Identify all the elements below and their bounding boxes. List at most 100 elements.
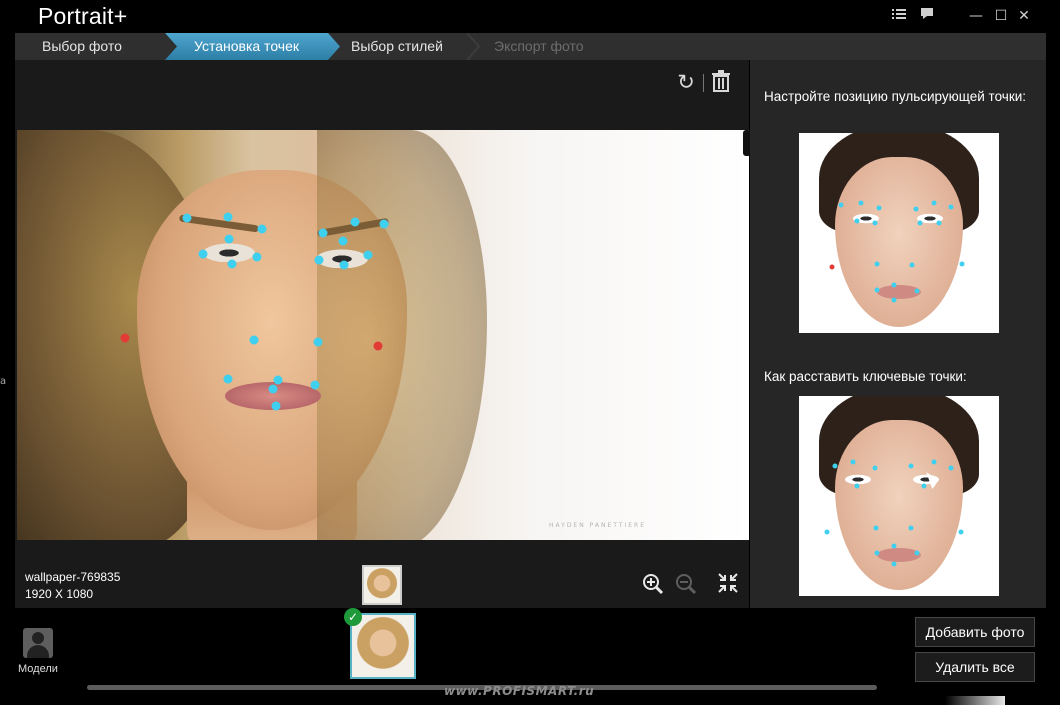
zoom-in-icon[interactable] [642, 573, 666, 597]
step-export-photo: Экспорт фото [494, 38, 584, 54]
ref-keypoint [931, 459, 937, 465]
keypoint[interactable] [379, 219, 389, 229]
keypoint[interactable] [350, 217, 360, 227]
remove-all-button[interactable]: Удалить все [915, 652, 1035, 682]
keypoint[interactable] [252, 252, 262, 262]
ref-keypoint [908, 525, 914, 531]
keypoint[interactable] [257, 224, 267, 234]
ref-keypoint [936, 220, 942, 226]
keypoints-hint: Как расставить ключевые точки: [764, 369, 967, 384]
keypoint[interactable] [310, 380, 320, 390]
ref-keypoint [872, 220, 878, 226]
zoom-out-icon[interactable] [675, 573, 699, 597]
pulse-point-reference-image [799, 133, 999, 333]
add-photo-button[interactable]: Добавить фото [915, 617, 1035, 647]
ref-keypoint [850, 459, 856, 465]
title-bar: Portrait+ — ☐ ✕ [0, 0, 1060, 33]
ref-keypoint [873, 525, 879, 531]
pulse-point[interactable] [373, 341, 383, 351]
ref-keypoint [876, 205, 882, 211]
ref-keypoint [921, 483, 927, 489]
editor-workspace: ↻ HAYDEN PANETTIERE wallpaper-769835 192… [15, 60, 751, 608]
step-select-styles[interactable]: Выбор стилей [331, 33, 496, 60]
photo-hair-right [317, 130, 487, 540]
app-title: Portrait+ [38, 3, 128, 29]
keypoint[interactable] [363, 250, 373, 260]
ref-keypoint [854, 483, 860, 489]
close-button[interactable]: ✕ [1013, 6, 1035, 26]
keypoint[interactable] [339, 260, 349, 270]
photo-filename: wallpaper-769835 [25, 570, 121, 584]
keypoints-reference-image [799, 396, 999, 596]
keypoint[interactable] [268, 384, 278, 394]
left-edge-fragment: a [0, 376, 7, 387]
keypoint[interactable] [313, 337, 323, 347]
ref-keypoint [891, 297, 897, 303]
ref-face [835, 157, 963, 327]
ref-keypoint [908, 463, 914, 469]
wizard-steps: Выбор фото Установка точек Выбор стилей … [15, 33, 1046, 60]
bottom-bar: Модели ✓ www.PROFISMART.ru Добавить фото… [0, 608, 1060, 705]
step-select-photo[interactable]: Выбор фото [15, 33, 180, 60]
keypoint[interactable] [271, 401, 281, 411]
corner-highlight [945, 696, 1005, 705]
ref-keypoint [931, 200, 937, 206]
keypoint[interactable] [314, 255, 324, 265]
step-set-points[interactable]: Установка точек [165, 33, 340, 60]
ref-keypoint [917, 220, 923, 226]
ref-keypoint [948, 204, 954, 210]
ref-keypoint [824, 529, 830, 535]
ref-keypoint [874, 261, 880, 267]
ref-keypoint [854, 218, 860, 224]
trash-icon[interactable] [711, 70, 733, 94]
filmstrip-photo-thumbnail[interactable] [350, 613, 416, 679]
ref-keypoint [891, 561, 897, 567]
ref-pulse-point [829, 264, 835, 270]
check-icon: ✓ [344, 608, 362, 626]
ref-keypoint [838, 202, 844, 208]
ref-keypoint [891, 282, 897, 288]
ref-keypoint [914, 550, 920, 556]
photo-watermark: HAYDEN PANETTIERE [549, 522, 646, 529]
chat-icon[interactable] [916, 6, 938, 26]
models-icon[interactable] [23, 628, 53, 658]
ref-keypoint [891, 543, 897, 549]
photo-resolution: 1920 X 1080 [25, 587, 94, 601]
ref-keypoint [914, 288, 920, 294]
keypoint[interactable] [224, 234, 234, 244]
keypoint[interactable] [227, 259, 237, 269]
photo-preview-thumbnail[interactable] [362, 565, 402, 605]
rotate-icon[interactable]: ↻ [674, 70, 698, 94]
list-icon[interactable] [888, 6, 910, 26]
ref-face [835, 420, 963, 590]
ref-keypoint [959, 261, 965, 267]
ref-keypoint [913, 206, 919, 212]
photo-filmstrip: ✓ [66, 608, 896, 694]
photo-canvas[interactable]: HAYDEN PANETTIERE [17, 130, 749, 540]
keypoint[interactable] [318, 228, 328, 238]
ref-keypoint [832, 463, 838, 469]
pulse-point-hint: Настройте позицию пульсирующей точки: [764, 89, 1027, 104]
maximize-button[interactable]: ☐ [990, 6, 1012, 26]
ref-keypoint [958, 529, 964, 535]
site-watermark: www.PROFISMART.ru [444, 684, 595, 698]
keypoint[interactable] [338, 236, 348, 246]
keypoint[interactable] [249, 335, 259, 345]
ref-keypoint [948, 465, 954, 471]
ref-keypoint [874, 287, 880, 293]
minimize-button[interactable]: — [965, 6, 987, 26]
keypoint[interactable] [273, 375, 283, 385]
ref-keypoint [874, 550, 880, 556]
pulse-point[interactable] [120, 333, 130, 343]
keypoint[interactable] [223, 212, 233, 222]
fit-to-screen-icon[interactable] [718, 573, 742, 597]
keypoint[interactable] [223, 374, 233, 384]
models-label[interactable]: Модели [18, 663, 58, 675]
ref-keypoint [909, 262, 915, 268]
toolbar-divider [703, 74, 704, 92]
ref-keypoint [858, 200, 864, 206]
keypoint[interactable] [182, 213, 192, 223]
keypoint[interactable] [198, 249, 208, 259]
help-side-panel: Настройте позицию пульсирующей точки: Ка… [750, 60, 1046, 608]
ref-keypoint [872, 465, 878, 471]
